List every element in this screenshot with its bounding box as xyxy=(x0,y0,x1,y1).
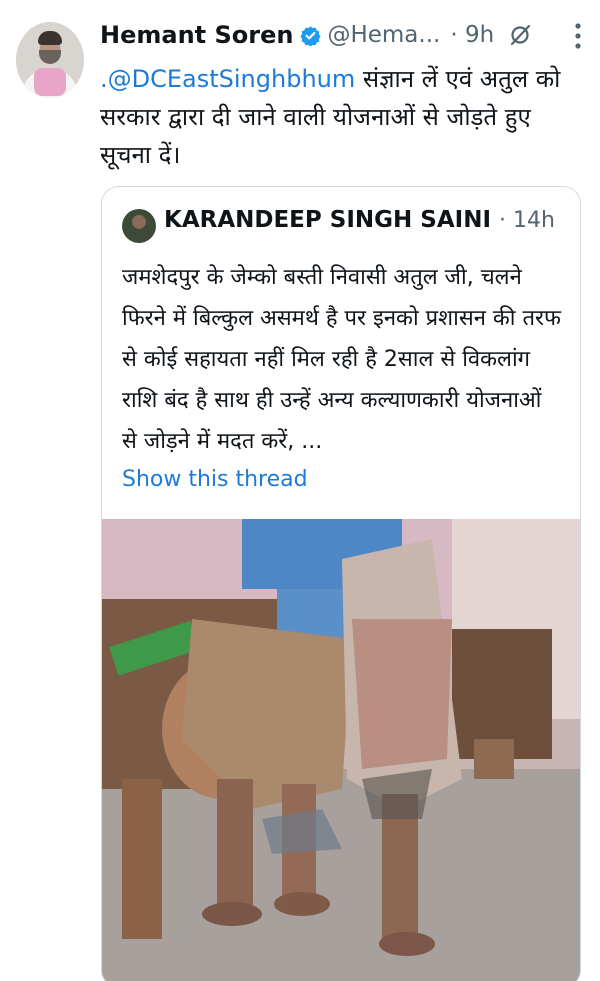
quoted-tweet-card[interactable]: KARANDEEP SINGH SAINI · 14h जमशेदपुर के … xyxy=(101,186,581,981)
quoted-tweet-text: जमशेदपुर के जेम्को बस्ती निवासी अतुल जी,… xyxy=(122,265,561,454)
author-handle[interactable]: @Hema... xyxy=(327,22,440,48)
media-photo xyxy=(102,519,580,981)
tweet-header: Hemant Soren @Hema... · 9h xyxy=(100,14,582,56)
quoted-author-name[interactable]: KARANDEEP SINGH SAINI xyxy=(164,207,491,233)
quoted-tweet-header: KARANDEEP SINGH SAINI · 14h xyxy=(164,207,555,233)
tweet: Hemant Soren @Hema... · 9h .@DCEastSingh… xyxy=(0,0,600,981)
mention-link[interactable]: .@DCEastSinghbhum xyxy=(100,65,355,93)
quoted-tweet-time[interactable]: · 14h xyxy=(499,208,555,233)
grok-icon[interactable] xyxy=(508,23,532,47)
tweet-text: .@DCEastSinghbhum संज्ञान लें एवं अतुल क… xyxy=(100,60,580,174)
quoted-author-avatar[interactable] xyxy=(122,209,156,243)
verified-badge-icon xyxy=(300,25,322,46)
tweet-time[interactable]: · 9h xyxy=(450,22,494,48)
more-vertical-icon[interactable] xyxy=(574,22,582,50)
author-name[interactable]: Hemant Soren xyxy=(100,21,293,49)
quoted-tweet-media[interactable] xyxy=(102,519,580,981)
author-avatar[interactable] xyxy=(16,22,84,98)
show-thread-link[interactable]: Show this thread xyxy=(122,467,308,492)
